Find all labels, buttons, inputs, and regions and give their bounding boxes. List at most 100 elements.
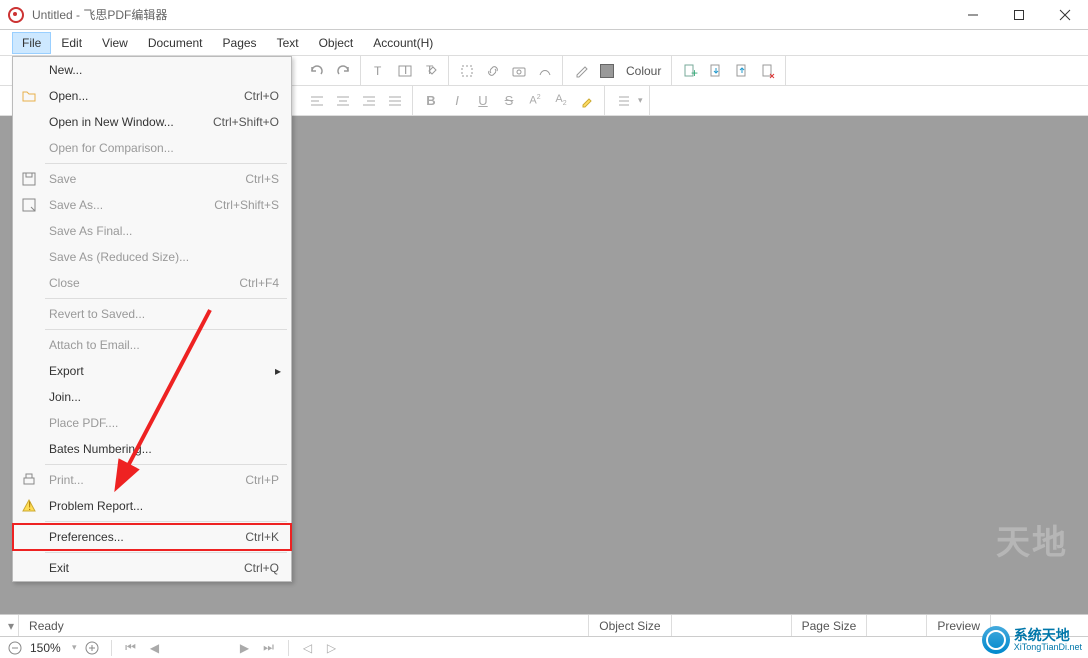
nav-forward-icon[interactable]: ▷ [323,639,341,657]
menu-item-shortcut: Ctrl+Shift+S [214,198,279,212]
align-justify-icon[interactable] [384,90,406,112]
menu-item-shortcut: Ctrl+Shift+O [213,115,279,129]
shape-icon[interactable] [534,60,556,82]
crop-icon[interactable] [456,60,478,82]
window-controls [950,0,1088,30]
status-page-size: Page Size [791,615,867,636]
watermark-text: 系统天地 [1014,628,1082,642]
nav-prev-icon[interactable]: ◀ [146,639,164,657]
menu-pages[interactable]: Pages [213,32,267,54]
underline-icon[interactable]: U [472,90,494,112]
zoom-value[interactable]: 150% [30,641,66,655]
zoom-in-icon[interactable] [83,639,101,657]
doc-export-icon[interactable] [705,60,727,82]
menu-item-label: Revert to Saved... [49,307,145,321]
menu-text[interactable]: Text [267,32,309,54]
menu-view[interactable]: View [92,32,138,54]
status-preview: Preview [926,615,990,636]
bold-icon[interactable]: B [420,90,442,112]
menu-item-shortcut: Ctrl+Q [244,561,279,575]
file-menu-item[interactable]: !Problem Report... [13,493,291,519]
camera-icon[interactable] [508,60,530,82]
menu-account[interactable]: Account(H) [363,32,443,54]
menu-item-label: Save As Final... [49,224,132,238]
eyedropper-icon[interactable] [570,60,592,82]
warn-icon: ! [21,498,37,514]
menu-separator [45,163,287,164]
file-menu-item[interactable]: Open in New Window... Ctrl+Shift+O [13,109,291,135]
undo-icon[interactable] [306,60,328,82]
nav-back-icon[interactable]: ◁ [299,639,317,657]
svg-text:T: T [402,63,410,77]
menu-item-label: Export [49,364,84,378]
menu-item-shortcut: Ctrl+K [245,530,279,544]
colour-swatch[interactable] [596,60,618,82]
nav-last-icon[interactable]: ⏭ [260,639,278,657]
file-menu-item: SaveCtrl+S [13,166,291,192]
menu-file[interactable]: File [12,32,51,54]
text-tool-icon[interactable]: T [368,60,390,82]
status-ready: Ready [18,615,74,636]
file-menu-item[interactable]: Preferences... Ctrl+K [13,524,291,550]
highlight-icon[interactable] [576,90,598,112]
nav-next-icon[interactable]: ▶ [236,639,254,657]
file-menu-item[interactable]: Bates Numbering... [13,436,291,462]
menu-edit[interactable]: Edit [51,32,92,54]
menu-item-label: Open... [49,89,88,103]
file-menu-item: Place PDF.... [13,410,291,436]
line-spacing-icon[interactable] [612,90,634,112]
svg-text:+: + [691,66,698,79]
watermark-ghost: 天地 [996,515,1068,564]
menu-item-label: New... [49,63,82,77]
file-menu-item[interactable]: Join... [13,384,291,410]
folder-icon [21,88,37,104]
file-menu-item: Attach to Email... [13,332,291,358]
file-menu-item: Open for Comparison... [13,135,291,161]
menu-item-label: Save [49,172,76,186]
strike-icon[interactable]: S [498,90,520,112]
file-menu-item[interactable]: Open...Ctrl+O [13,83,291,109]
subscript-icon[interactable]: A2 [550,90,572,112]
file-menu-item: CloseCtrl+F4 [13,270,291,296]
app-icon [8,7,24,23]
doc-import-icon[interactable] [731,60,753,82]
textbox-icon[interactable]: T [394,60,416,82]
align-center-icon[interactable] [332,90,354,112]
doc-add-icon[interactable]: + [679,60,701,82]
menu-document[interactable]: Document [138,32,213,54]
doc-delete-icon[interactable] [757,60,779,82]
menu-item-label: Open in New Window... [49,115,174,129]
file-menu-item[interactable]: New... [13,57,291,83]
align-left-icon[interactable] [306,90,328,112]
menu-item-shortcut: Ctrl+P [245,473,279,487]
menu-item-label: Close [49,276,80,290]
status-bar: ▾ Ready Object Size Page Size Preview [0,614,1088,636]
nav-first-icon[interactable]: ⏮ [122,639,140,657]
submenu-arrow-icon: ▸ [275,364,281,378]
superscript-icon[interactable]: A2 [524,90,546,112]
colour-label: Colour [622,64,665,78]
menu-item-label: Save As... [49,198,103,212]
status-object-size: Object Size [588,615,670,636]
title-bar: Untitled - 飞思PDF编辑器 [0,0,1088,30]
redo-icon[interactable] [332,60,354,82]
menu-separator [45,464,287,465]
text-edit-icon[interactable]: T [420,60,442,82]
italic-icon[interactable]: I [446,90,468,112]
close-button[interactable] [1042,0,1088,30]
link-icon[interactable] [482,60,504,82]
align-right-icon[interactable] [358,90,380,112]
menu-item-label: Open for Comparison... [49,141,174,155]
file-menu-item[interactable]: Export ▸ [13,358,291,384]
menu-item-label: Preferences... [49,530,124,544]
watermark-url: XiTongTianDi.net [1014,642,1082,652]
menu-object[interactable]: Object [309,32,364,54]
minimize-button[interactable] [950,0,996,30]
maximize-button[interactable] [996,0,1042,30]
file-menu-item[interactable]: Exit Ctrl+Q [13,555,291,581]
file-menu-item: Print...Ctrl+P [13,467,291,493]
menu-item-label: Exit [49,561,69,575]
nav-bar: 150% ▾ ⏮ ◀ ▶ ⏭ ◁ ▷ [0,636,1088,658]
zoom-out-icon[interactable] [6,639,24,657]
menu-separator [45,329,287,330]
